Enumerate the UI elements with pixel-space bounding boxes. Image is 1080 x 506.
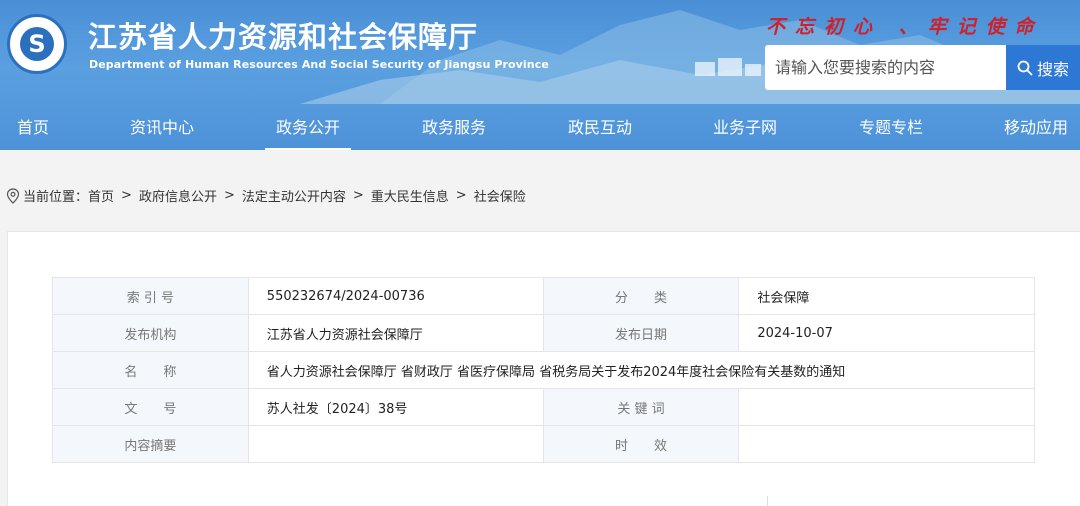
divider (767, 496, 768, 506)
site-logo[interactable]: S (7, 14, 67, 74)
meta-label-publish-date: 发布日期 (542, 314, 740, 352)
breadcrumb-livelihood[interactable]: 重大民生信息 (371, 186, 449, 205)
search-button-label: 搜索 (1036, 59, 1069, 79)
breadcrumb-separator: > (455, 188, 467, 203)
table-row: 发布机构 江苏省人力资源社会保障厅 发布日期 2024-10-07 (52, 314, 1035, 352)
breadcrumb-separator: > (352, 188, 364, 203)
site-title[interactable]: 江苏省人力资源和社会保障厅 (88, 14, 478, 56)
nav-item-topics[interactable]: 专题专栏 (858, 105, 924, 150)
nav-item-subnets[interactable]: 业务子网 (712, 105, 778, 150)
breadcrumb-prefix: 当前位置： (23, 190, 89, 205)
table-row: 文 号 苏人社发〔2024〕38号 关 键 词 (52, 388, 1035, 426)
meta-value-keywords (738, 388, 1035, 426)
meta-label-publisher: 发布机构 (52, 314, 249, 352)
meta-label-validity: 时 效 (542, 425, 740, 463)
table-row: 名 称 省人力资源社会保障厅 省财政厅 省医疗保障局 省税务局关于发布2024年… (52, 351, 1036, 389)
nav-item-interaction[interactable]: 政民互动 (567, 105, 633, 150)
meta-value-publisher: 江苏省人力资源社会保障厅 (247, 314, 544, 352)
nav-item-gov-affairs-open[interactable]: 政务公开 (265, 105, 351, 150)
table-row: 内容摘要 时 效 (52, 425, 1035, 463)
nav-item-mobile[interactable]: 移动应用 (1003, 105, 1069, 150)
site-header: S 江苏省人力资源和社会保障厅 Department of Human Reso… (0, 0, 1080, 150)
breadcrumb: 当前位置： 首页 > 政府信息公开 > 法定主动公开内容 > 重大民生信息 > … (6, 186, 526, 205)
breadcrumb-gov-info[interactable]: 政府信息公开 (139, 186, 217, 205)
meta-value-index-no: 550232674/2024-00736 (247, 277, 544, 315)
table-row: 索 引 号 550232674/2024-00736 分 类 社会保障 (52, 277, 1035, 315)
meta-value-validity (738, 425, 1035, 463)
breadcrumb-statutory[interactable]: 法定主动公开内容 (242, 186, 346, 205)
document-meta-table: 索 引 号 550232674/2024-00736 分 类 社会保障 发布机构… (52, 277, 1036, 463)
meta-value-publish-date: 2024-10-07 (738, 314, 1035, 352)
site-subtitle: Department of Human Resources And Social… (89, 58, 549, 71)
nav-item-gov-services[interactable]: 政务服务 (421, 105, 487, 150)
logo-s-icon: S (28, 30, 46, 58)
meta-label-doc-no: 文 号 (52, 388, 249, 426)
search-icon (1017, 60, 1033, 75)
slogan: 不忘初心 、牢记使命 (766, 16, 1044, 38)
breadcrumb-social-insurance[interactable]: 社会保险 (474, 186, 526, 205)
search-button[interactable]: 搜索 (1006, 45, 1080, 90)
breadcrumb-separator: > (121, 188, 132, 203)
search-input[interactable] (765, 45, 1006, 90)
meta-label-summary: 内容摘要 (52, 425, 249, 463)
meta-label-name: 名 称 (52, 351, 249, 389)
meta-value-category: 社会保障 (738, 277, 1035, 315)
nav-item-home[interactable]: 首页 (16, 105, 50, 150)
nav-item-news[interactable]: 资讯中心 (129, 105, 195, 150)
meta-value-doc-no: 苏人社发〔2024〕38号 (247, 388, 544, 426)
breadcrumb-home[interactable]: 首页 (88, 186, 114, 205)
main-nav: 首页 资讯中心 政务公开 政务服务 政民互动 业务子网 专题专栏 移动应用 (0, 105, 1080, 150)
meta-label-category: 分 类 (542, 277, 740, 315)
meta-label-index-no: 索 引 号 (52, 277, 249, 315)
meta-value-name: 省人力资源社会保障厅 省财政厅 省医疗保障局 省税务局关于发布2024年度社会保… (247, 351, 1036, 389)
meta-label-keywords: 关 键 词 (542, 388, 740, 426)
location-pin-icon (6, 187, 20, 204)
meta-value-summary (247, 425, 544, 463)
breadcrumb-separator: > (223, 188, 235, 203)
